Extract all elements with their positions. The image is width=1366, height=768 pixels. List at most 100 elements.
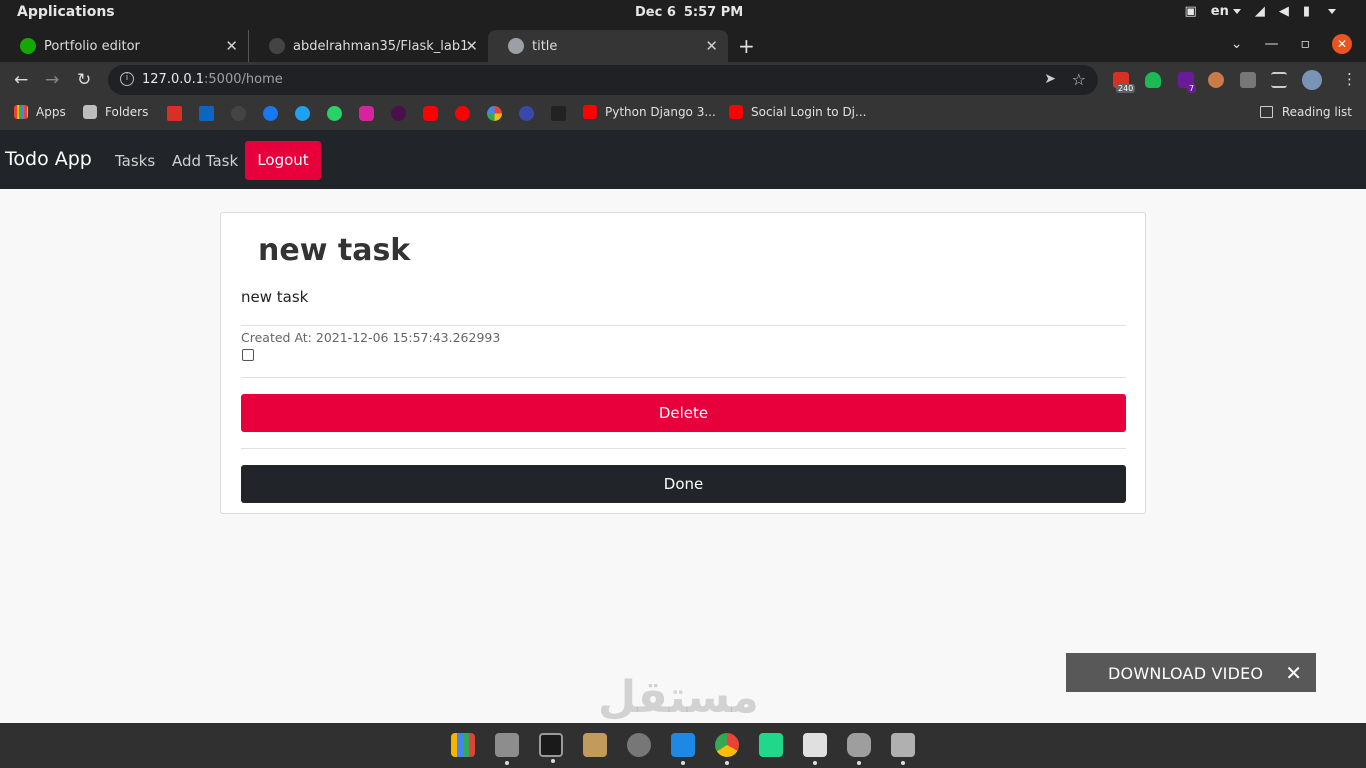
running-indicator: [725, 761, 729, 765]
delete-button[interactable]: Delete: [241, 394, 1126, 432]
reload-icon[interactable]: ↻: [77, 70, 91, 90]
extensions-puzzle-icon[interactable]: [1240, 72, 1256, 88]
bookmark-apps[interactable]: Apps: [14, 105, 66, 119]
forward-arrow-icon[interactable]: →: [45, 70, 59, 90]
x-bookmark-icon[interactable]: [551, 106, 566, 121]
divider: [241, 448, 1126, 449]
gmail-bookmark-icon[interactable]: [167, 106, 182, 121]
taskbar-dock: [0, 723, 1366, 768]
logout-button[interactable]: Logout: [245, 141, 321, 180]
system-tray: ▣ en ◢ ◀ ▮: [1184, 4, 1336, 19]
coursera-bookmark-icon[interactable]: [519, 106, 534, 121]
media-control-icon[interactable]: [1271, 72, 1287, 88]
applications-menu[interactable]: Applications: [17, 4, 115, 20]
download-video-banner[interactable]: DOWNLOAD VIDEO ✕: [1066, 653, 1316, 692]
google-bookmark-icon[interactable]: [487, 106, 502, 121]
url-path: :5000/home: [204, 72, 283, 87]
new-tab-plus-icon[interactable]: +: [738, 34, 755, 58]
language-label: en: [1210, 4, 1229, 19]
reading-list-button[interactable]: Reading list: [1259, 105, 1352, 119]
whatsapp-bookmark-icon[interactable]: [327, 106, 342, 121]
vscode-icon[interactable]: [671, 733, 695, 765]
running-indicator: [901, 761, 905, 765]
address-bar[interactable]: i 127.0.0.1:5000/home ➤ ☆: [108, 65, 1098, 95]
close-icon[interactable]: ✕: [1285, 661, 1302, 685]
settings-gear-icon[interactable]: [627, 733, 651, 757]
site-info-icon[interactable]: i: [120, 72, 134, 86]
clock[interactable]: Dec 6 5:57 PM: [635, 5, 743, 20]
running-indicator: [551, 759, 555, 763]
premier-league-bookmark-icon[interactable]: [391, 106, 406, 121]
back-arrow-icon[interactable]: ←: [14, 70, 28, 90]
tab-github-flask-lab[interactable]: abdelrahman35/Flask_lab1 ✕: [248, 30, 488, 62]
monkey-extension-icon[interactable]: [1208, 72, 1224, 88]
minimize-icon[interactable]: —: [1265, 36, 1279, 52]
database-icon[interactable]: [847, 733, 871, 765]
power-menu-chevron-icon[interactable]: [1328, 9, 1336, 14]
youtube-bookmark-icon[interactable]: [423, 106, 438, 121]
linkedin-bookmark-icon[interactable]: [199, 106, 214, 121]
volume-icon[interactable]: ◀: [1279, 4, 1289, 19]
tab-title: title: [532, 38, 558, 54]
running-indicator: [681, 761, 685, 765]
extension-badge: 7: [1187, 84, 1197, 93]
bookmark-social-login[interactable]: Social Login to Dj...: [729, 105, 866, 119]
tab-portfolio-editor[interactable]: Portfolio editor ✕: [0, 30, 248, 62]
close-tab-icon[interactable]: ✕: [225, 37, 238, 55]
done-checkbox[interactable]: [242, 349, 254, 361]
disk-icon[interactable]: [891, 733, 915, 765]
document-viewer-icon[interactable]: [803, 733, 827, 765]
bookmark-label: Folders: [105, 105, 149, 119]
nav-tasks-link[interactable]: Tasks: [115, 152, 155, 170]
files-icon[interactable]: [495, 733, 519, 765]
bookmark-star-icon[interactable]: ☆: [1072, 70, 1086, 89]
running-indicator: [813, 761, 817, 765]
facebook-bookmark-icon[interactable]: [263, 106, 278, 121]
url-host: 127.0.0.1: [142, 72, 205, 87]
bookmark-label: Python Django 3...: [605, 105, 716, 119]
bookmark-label: Social Login to Dj...: [751, 105, 867, 119]
tab-title: Portfolio editor: [44, 38, 140, 54]
close-tab-icon[interactable]: ✕: [705, 37, 718, 55]
tab-search-chevron-icon[interactable]: ⌄: [1231, 36, 1243, 52]
shield-extension-icon[interactable]: [1145, 72, 1161, 88]
github-bookmark-icon[interactable]: [231, 106, 246, 121]
profile-avatar[interactable]: [1302, 70, 1322, 90]
reading-list-label: Reading list: [1281, 105, 1352, 119]
browser-toolbar: ← → ↻ i 127.0.0.1:5000/home ➤ ☆ 240 7 ⋮: [0, 62, 1366, 98]
chrome-icon[interactable]: [715, 733, 739, 765]
nav-add-task-link[interactable]: Add Task: [172, 152, 238, 170]
screen-icon[interactable]: ▣: [1184, 4, 1196, 19]
language-selector[interactable]: en: [1211, 4, 1241, 19]
send-tab-icon[interactable]: ➤: [1044, 71, 1056, 87]
close-window-icon[interactable]: ✕: [1332, 34, 1352, 54]
maximize-icon[interactable]: ▫: [1301, 36, 1311, 52]
bookmark-label: Apps: [36, 105, 66, 119]
youtube-music-bookmark-icon[interactable]: [455, 106, 470, 121]
brand-link[interactable]: Todo App: [5, 148, 92, 170]
window-controls: ⌄ — ▫ ✕: [1231, 34, 1352, 54]
pycharm-icon[interactable]: [759, 733, 783, 757]
browser-menu-icon[interactable]: ⋮: [1342, 70, 1357, 88]
bookmark-folders[interactable]: Folders: [83, 105, 148, 119]
gmail-badge: 240: [1116, 84, 1136, 93]
battery-icon[interactable]: ▮: [1303, 4, 1310, 19]
terminal-icon[interactable]: [539, 733, 563, 763]
app-grid-icon[interactable]: [451, 733, 475, 757]
close-tab-icon[interactable]: ✕: [465, 37, 478, 55]
youtube-icon: [583, 105, 597, 119]
upwork-favicon-icon: [20, 38, 36, 54]
instagram-bookmark-icon[interactable]: [359, 106, 374, 121]
done-button[interactable]: Done: [241, 465, 1126, 503]
clock-date: Dec 6: [635, 5, 676, 20]
twitter-bookmark-icon[interactable]: [295, 106, 310, 121]
clock-time: 5:57 PM: [683, 5, 744, 20]
url-text[interactable]: 127.0.0.1:5000/home: [142, 72, 283, 87]
tab-title-active[interactable]: title ✕: [488, 30, 728, 62]
browser-tab-strip: Portfolio editor ✕ abdelrahman35/Flask_l…: [0, 26, 1366, 62]
archive-icon[interactable]: [583, 733, 607, 757]
task-card: new task new task Created At: 2021-12-06…: [220, 212, 1146, 514]
bookmark-python-django[interactable]: Python Django 3...: [583, 105, 716, 119]
wifi-icon[interactable]: ◢: [1255, 4, 1265, 19]
app-navbar: Todo App Tasks Add Task Logout: [0, 130, 1366, 189]
